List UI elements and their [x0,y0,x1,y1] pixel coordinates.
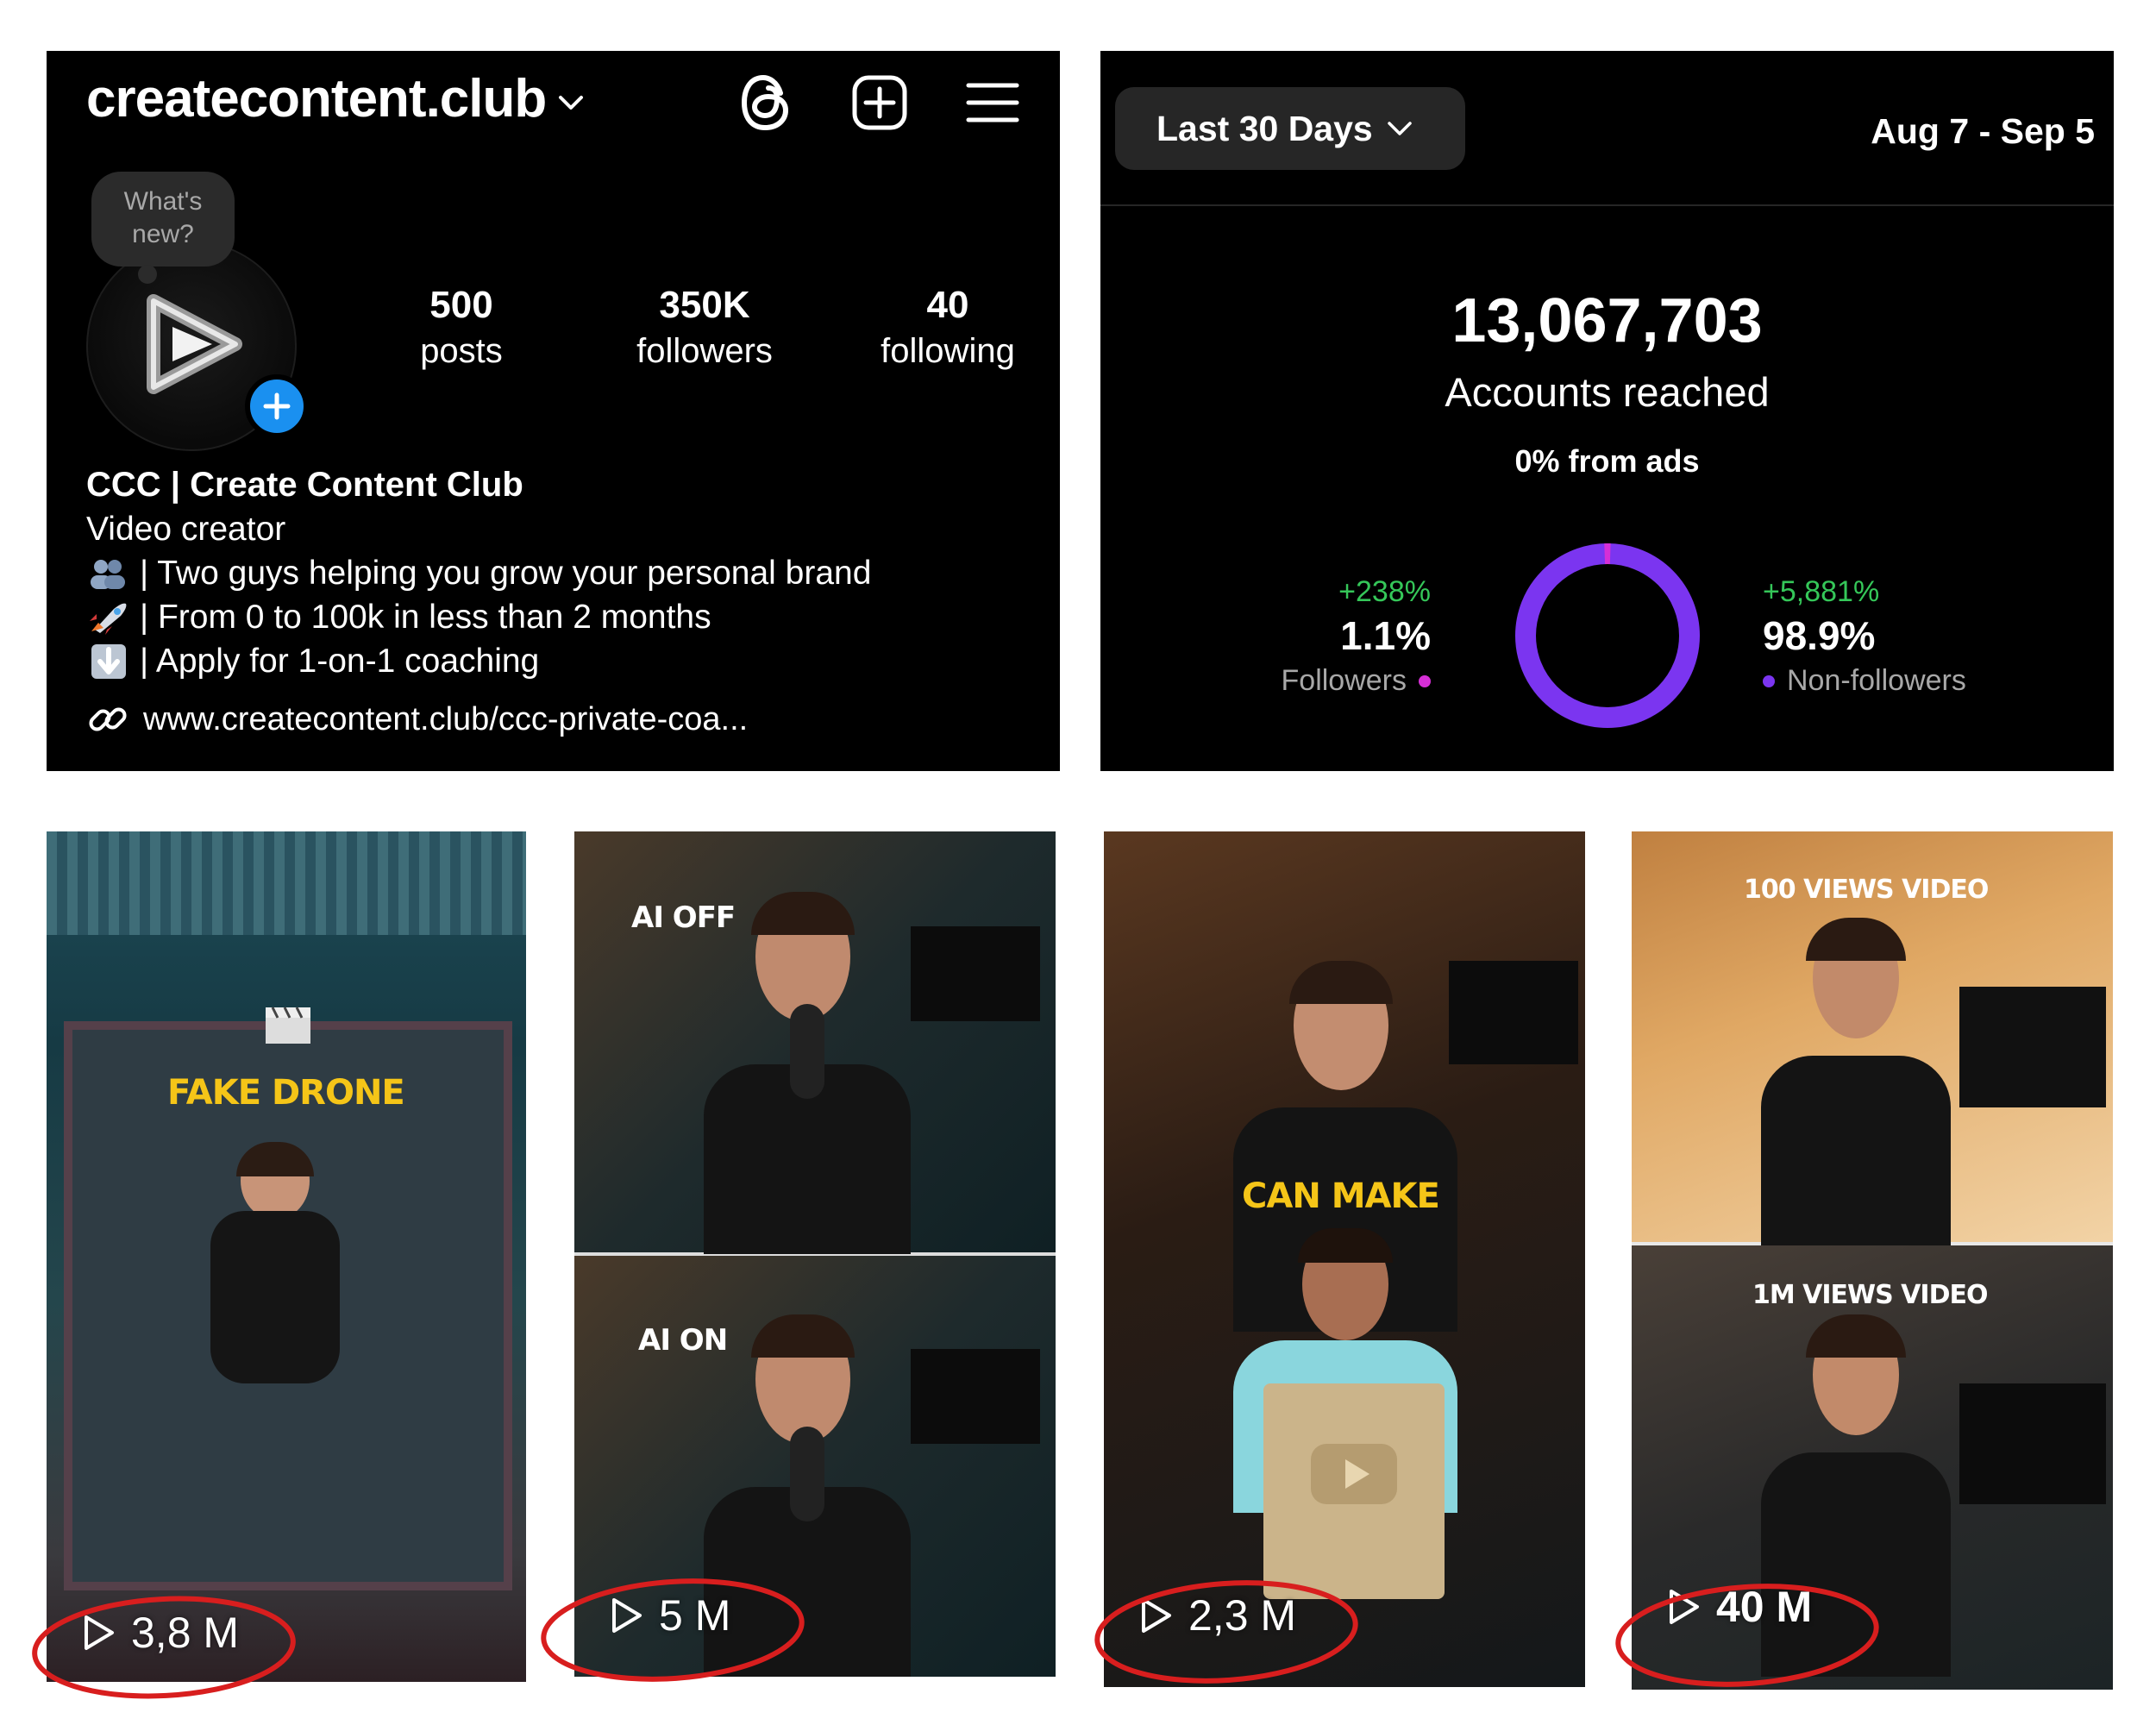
followers-legend: Followers [1282,664,1431,698]
monitor [911,1349,1040,1444]
chevron-down-icon [1387,122,1412,135]
bio-line: | Apply for 1-on-1 coaching [86,639,871,683]
profile-panel: createcontent.club What's new? 500 posts… [47,51,1060,771]
followers-pct: 1.1% [1340,613,1431,658]
non-followers-stat: +5,881% 98.9% Non-followers [1763,575,1966,698]
bio: CCC | Create Content Club Video creator … [86,463,871,742]
header-icons [737,72,1020,133]
radiator [47,831,526,935]
donut-non-followers-ring [1515,543,1700,728]
date-range-label: Last 30 Days [1156,108,1373,148]
followers-label: Followers [1281,664,1407,697]
play-logo-icon [147,294,242,394]
non-followers-label: Non-followers [1787,664,1966,697]
view-count: 40 M [1666,1582,1812,1632]
people-emoji-icon [91,559,125,589]
accounts-reached-value: 13,067,703 [1451,286,1763,355]
bio-link-text: www.createcontent.club/ccc-private-coa..… [143,700,749,737]
bio-text: | Apply for 1-on-1 coaching [140,643,540,680]
view-count: 5 M [609,1590,730,1640]
view-count: 2,3 M [1138,1590,1296,1640]
stat-label: following [881,332,1015,370]
bio-link[interactable]: www.createcontent.club/ccc-private-coa..… [86,697,871,742]
stat-number: 350K [659,284,750,326]
non-followers-legend: Non-followers [1763,664,1966,698]
view-count-text: 5 M [659,1591,731,1640]
down-arrow-emoji-icon [91,643,126,679]
reel-thumbnail[interactable]: FAKE DRONE 3,8 M [47,831,526,1682]
reel-thumbnail[interactable]: AI OFF AI ON 5 M [574,831,1056,1677]
person-figure [704,892,911,1254]
insights-panel: Last 30 Days Aug 7 - Sep 5 13,067,703 Ac… [1100,51,2114,771]
play-outline-icon [85,1615,114,1650]
silver-play-button-award [1263,1383,1445,1599]
stat-following[interactable]: 40 following [826,284,1069,371]
bio-line: | From 0 to 100k in less than 2 months [86,595,871,639]
date-range-text: Aug 7 - Sep 5 [1871,111,2095,151]
profile-stats: 500 posts 350K followers 40 following [340,284,1069,371]
stat-label: posts [420,332,503,370]
view-count: 3,8 M [81,1608,239,1658]
stat-number: 40 [926,284,969,326]
threads-icon[interactable] [737,72,794,133]
category-label: Video creator [86,511,286,548]
non-followers-pct: 98.9% [1763,613,1876,658]
bubble-tail [138,265,157,284]
create-post-icon[interactable] [851,74,908,131]
person-figure [1727,918,1985,1245]
whats-new-bubble[interactable]: What's new? [91,172,235,267]
accounts-reached-label: Accounts reached [1445,369,1770,415]
reel-caption-bottom: 1M VIEWS VIDEO [1752,1280,1988,1310]
rocket-emoji-icon [90,603,127,635]
stat-followers[interactable]: 350K followers [583,284,826,371]
person-figure [210,1142,340,1383]
chevron-down-icon[interactable] [558,94,584,111]
add-story-button[interactable] [245,374,309,438]
followers-stat: +238% 1.1% Followers [1282,575,1431,698]
monitor [911,926,1040,1021]
username[interactable]: createcontent.club [86,68,547,129]
view-count-text: 3,8 M [131,1609,240,1657]
stat-posts[interactable]: 500 posts [340,284,583,371]
non-followers-delta: +5,881% [1763,575,1880,608]
youtube-play-icon [1311,1444,1397,1504]
link-icon [89,707,127,731]
bio-text: | From 0 to 100k in less than 2 months [140,599,711,636]
avatar[interactable]: What's new? [86,172,302,451]
play-outline-icon [1670,1590,1699,1624]
plus-icon [263,392,291,420]
play-outline-icon [1142,1598,1171,1633]
stat-label: followers [636,332,773,370]
view-count-text: 40 M [1716,1583,1813,1631]
view-count-text: 2,3 M [1188,1591,1297,1640]
stat-number: 500 [429,284,493,326]
profile-header: createcontent.club [86,68,584,129]
divider [1100,204,2114,206]
play-outline-icon [612,1598,642,1633]
person-figure [704,1314,911,1677]
date-range-dropdown[interactable]: Last 30 Days [1115,87,1465,170]
audience-donut-chart [1515,543,1700,728]
display-name: CCC | Create Content Club [86,466,523,504]
followers-delta: +238% [1338,575,1431,608]
reel-thumbnail[interactable]: CAN MAKE 2,3 M [1104,831,1585,1687]
non-followers-dot [1763,674,1775,687]
clapperboard-icon [266,1007,310,1044]
reel-caption: CAN MAKE [1242,1176,1440,1216]
reel-caption: FAKE DRONE [167,1073,405,1113]
menu-icon[interactable] [965,80,1020,125]
ads-share-label: 0% from ads [1514,443,1700,479]
bio-line: | Two guys helping you grow your persona… [86,551,871,595]
monitor [1449,961,1578,1064]
followers-dot [1419,674,1431,687]
bio-text: | Two guys helping you grow your persona… [140,555,872,592]
reel-caption-top: 100 VIEWS VIDEO [1744,875,1989,905]
reel-thumbnail[interactable]: 100 VIEWS VIDEO 1M VIEWS VIDEO 40 M [1632,831,2113,1690]
